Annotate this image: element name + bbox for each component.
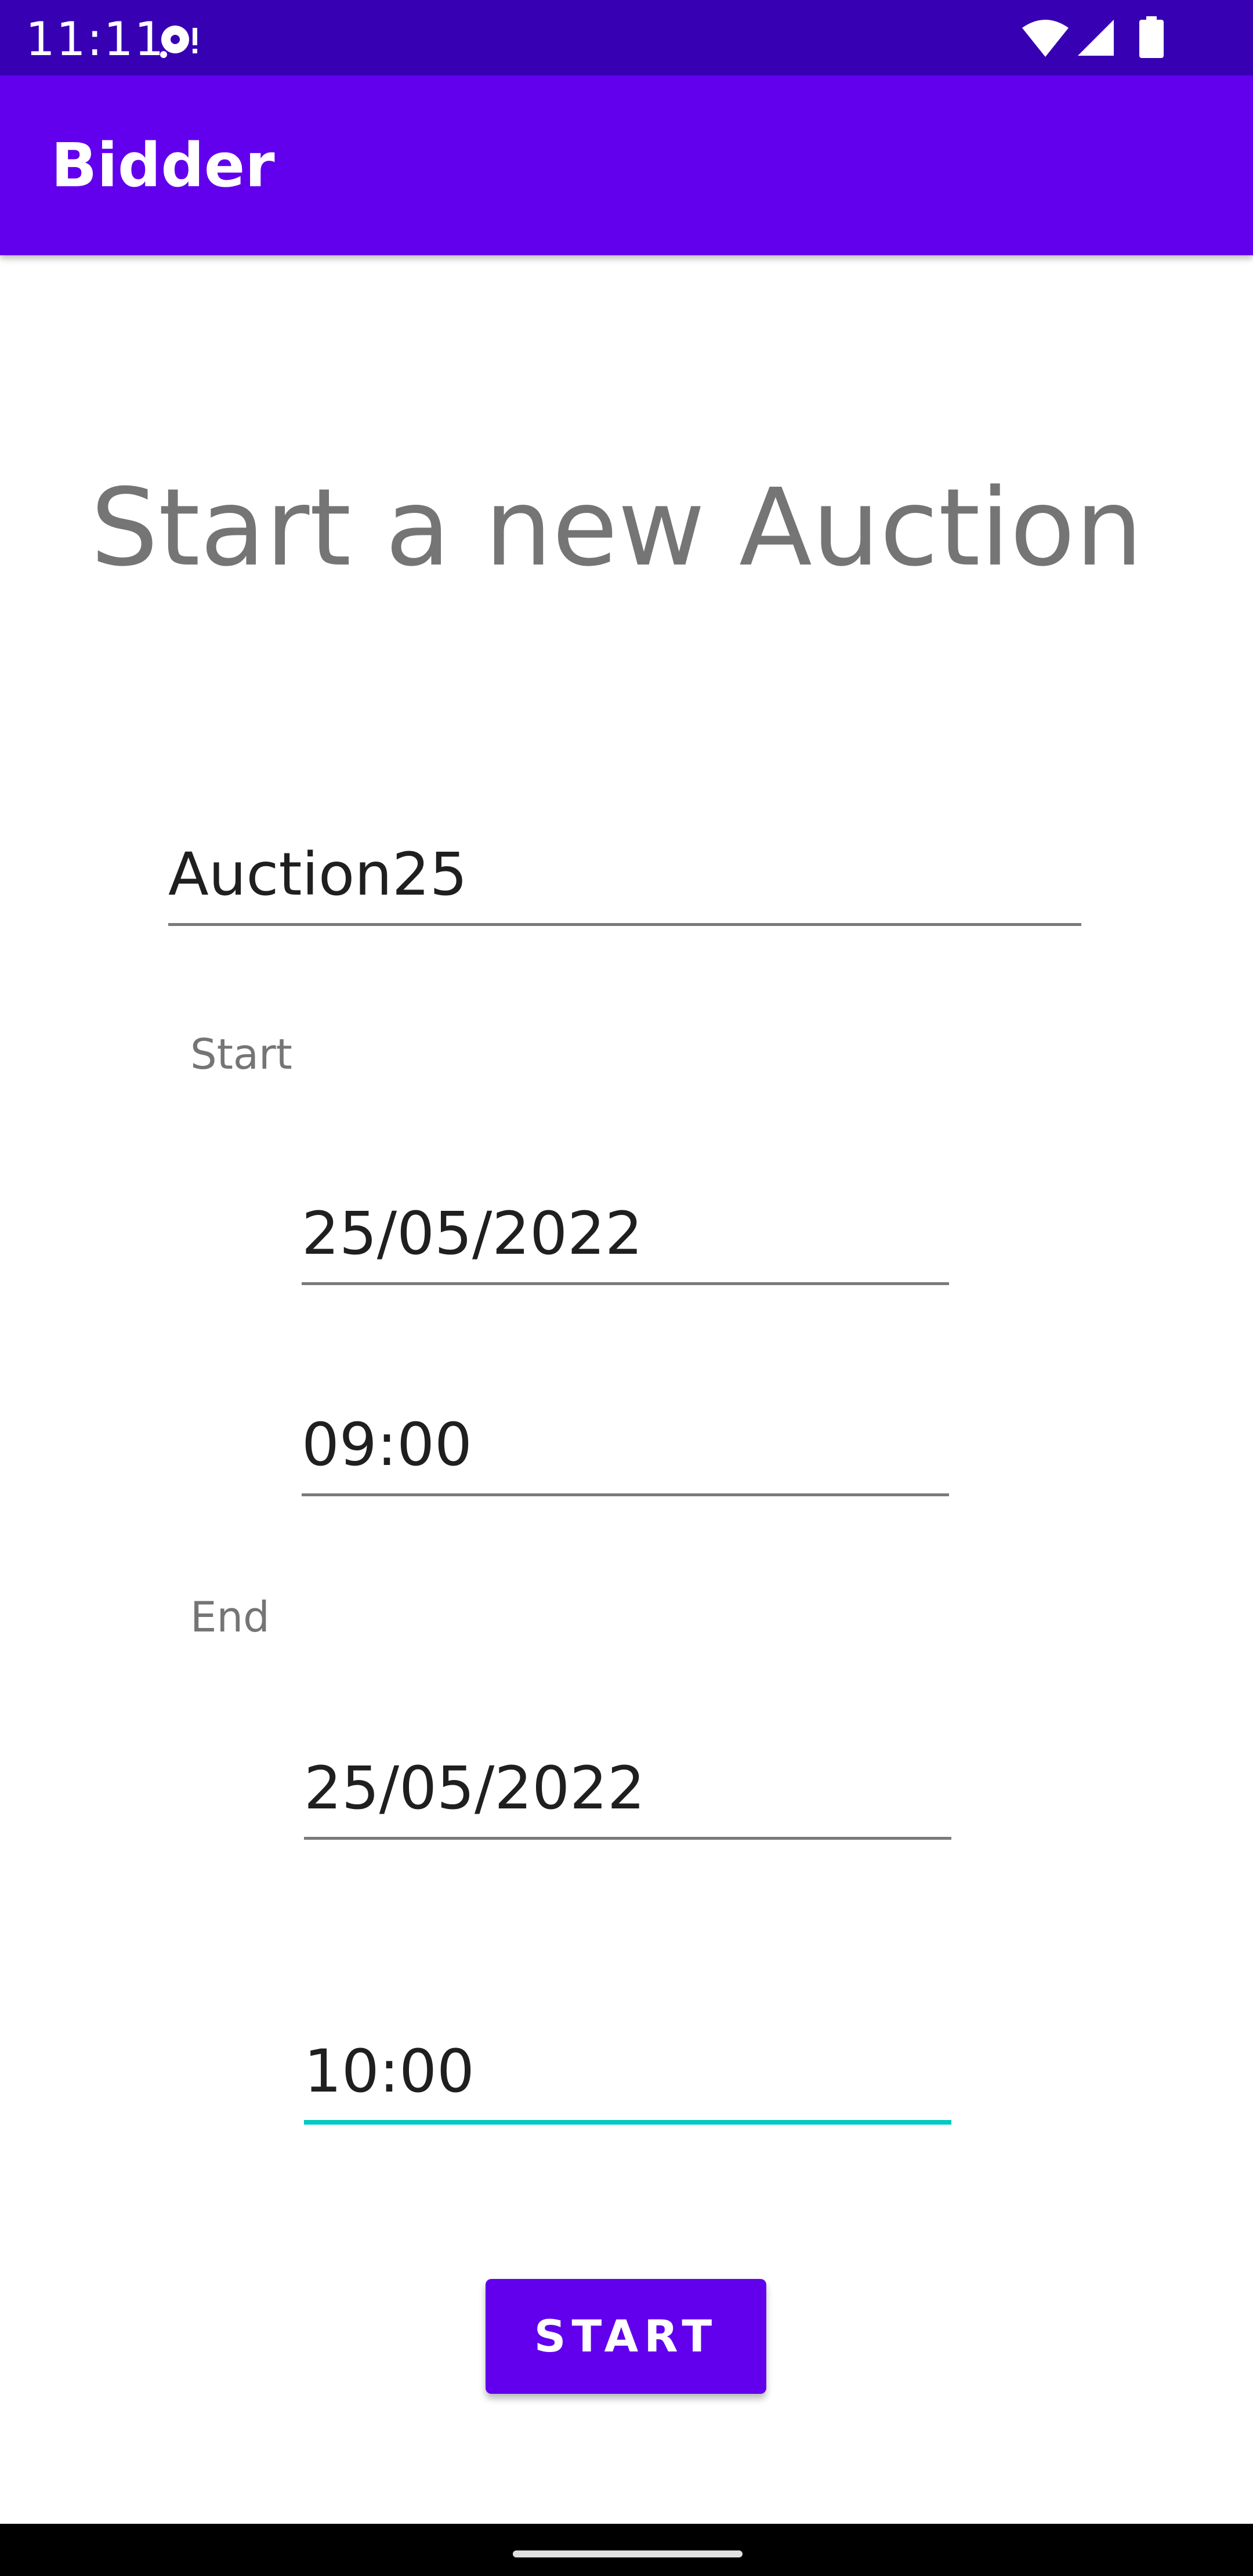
end-date-value: 25/05/2022 — [304, 1754, 645, 1823]
start-time-field[interactable]: 09:00 — [302, 1401, 949, 1496]
home-gesture-handle[interactable] — [513, 2550, 743, 2557]
start-button[interactable]: START — [486, 2279, 766, 2394]
start-time-value: 09:00 — [302, 1410, 472, 1479]
battery-icon — [1139, 16, 1164, 58]
notification-icon — [160, 26, 197, 58]
navigation-bar — [0, 2524, 1253, 2576]
auction-name-value: Auction25 — [168, 840, 468, 909]
screen: 11:11 Bidder Start a new Auction Auction… — [0, 0, 1253, 2576]
start-label: Start — [190, 1030, 292, 1079]
page-title: Start a new Auction — [90, 466, 1143, 590]
end-label: End — [190, 1593, 270, 1641]
end-time-value: 10:00 — [304, 2037, 475, 2106]
auction-name-field[interactable]: Auction25 — [168, 830, 1081, 926]
start-date-field[interactable]: 25/05/2022 — [302, 1189, 949, 1285]
end-time-field[interactable]: 10:00 — [304, 2027, 951, 2125]
wifi-icon — [1022, 20, 1069, 57]
app-title: Bidder — [51, 130, 275, 201]
status-bar: 11:11 — [0, 0, 1253, 75]
status-time: 11:11 — [26, 12, 165, 66]
app-bar: Bidder — [0, 75, 1253, 255]
signal-icon — [1078, 20, 1114, 56]
start-date-value: 25/05/2022 — [302, 1199, 643, 1268]
end-date-field[interactable]: 25/05/2022 — [304, 1744, 951, 1840]
